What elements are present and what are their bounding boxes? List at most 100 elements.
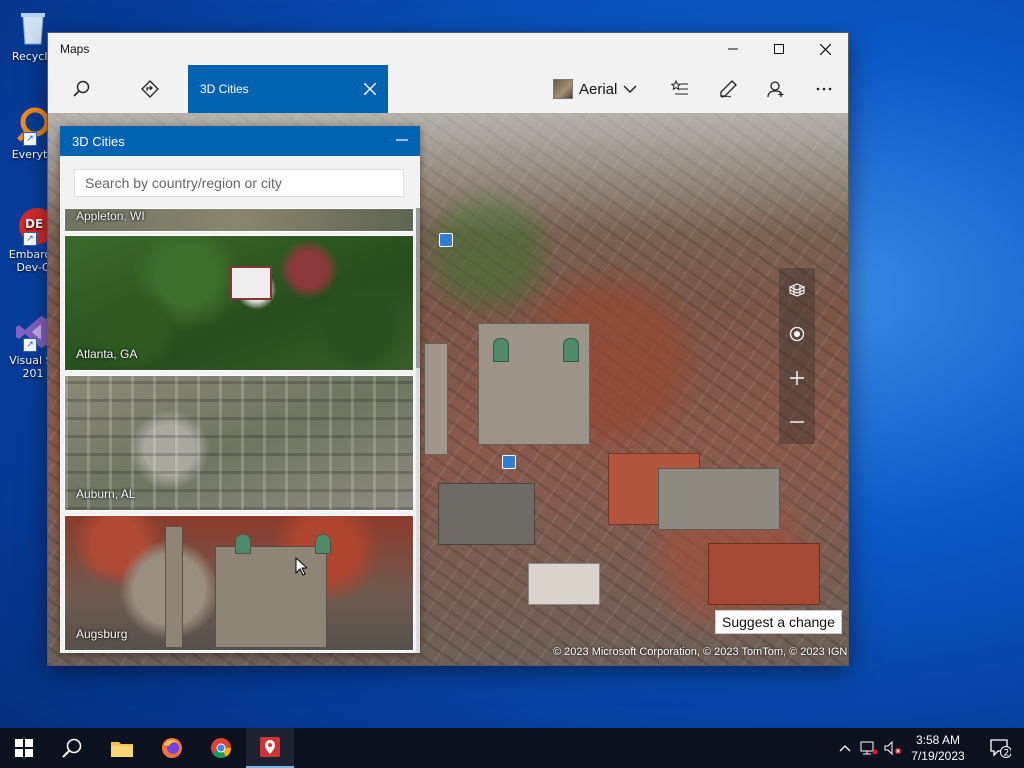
building-dome <box>235 534 251 554</box>
city-label: Atlanta, GA <box>76 347 138 361</box>
panel-minimize-button[interactable] <box>392 130 412 150</box>
title-bar[interactable]: Maps <box>48 33 848 65</box>
city-label: Augsburg <box>76 627 128 641</box>
shortcut-arrow-icon: ↗ <box>23 232 37 246</box>
mouse-cursor-icon <box>295 557 307 576</box>
building-dome <box>315 534 331 554</box>
plus-icon <box>790 371 804 385</box>
search-icon <box>62 738 82 758</box>
close-icon <box>819 43 831 55</box>
map-controls <box>779 268 815 444</box>
recycle-bin-icon <box>13 8 53 48</box>
map-copyright: © 2023 Microsoft Corporation, © 2023 Tom… <box>553 646 848 658</box>
close-icon <box>364 83 376 95</box>
clock-date: 7/19/2023 <box>911 749 965 763</box>
notification-icon: 2 <box>990 739 1011 759</box>
locate-me-button[interactable] <box>779 312 815 356</box>
favorites-list-icon <box>671 80 688 95</box>
ink-button[interactable] <box>704 65 752 113</box>
aerial-thumbnail-icon <box>553 79 573 99</box>
maps-pin-icon <box>260 737 280 757</box>
tab-3d-cities[interactable]: 3D Cities <box>188 65 388 113</box>
notification-count: 2 <box>1004 749 1010 759</box>
chevron-up-icon[interactable] <box>838 741 852 755</box>
start-button[interactable] <box>0 728 48 768</box>
city-list: Appleton, WI Atlanta, GA Auburn, AL Augs… <box>60 208 420 653</box>
building <box>708 543 820 605</box>
grid-layers-icon <box>789 283 805 297</box>
windows-logo-icon <box>15 739 33 757</box>
shortcut-arrow-icon: ↗ <box>23 338 37 352</box>
search-icon <box>73 80 90 97</box>
tab-label: 3D Cities <box>200 82 249 96</box>
taskbar: 3:58 AM 7/19/2023 2 <box>0 728 1024 768</box>
poi-bus-marker[interactable] <box>502 455 516 469</box>
folder-icon <box>111 742 133 757</box>
poi-marker[interactable] <box>439 233 453 247</box>
chrome-icon <box>211 738 232 759</box>
taskbar-search-button[interactable] <box>48 728 96 768</box>
more-options-button[interactable] <box>800 65 848 113</box>
minus-icon <box>790 421 804 423</box>
ellipsis-icon <box>816 87 832 91</box>
taskbar-firefox[interactable] <box>148 728 196 768</box>
pen-icon <box>720 80 737 98</box>
map-style-label: Aerial <box>579 80 618 98</box>
scrollbar-thumb[interactable] <box>416 208 420 368</box>
building <box>658 468 780 530</box>
city-item-appleton[interactable]: Appleton, WI <box>64 208 414 232</box>
favorites-button[interactable] <box>656 65 704 113</box>
toolbar: 3D Cities Aerial <box>48 65 848 113</box>
maps-window: Maps 3D Cities Aerial Suggest a change ©… <box>48 33 848 665</box>
building-dome <box>563 338 579 362</box>
shortcut-arrow-icon: ↗ <box>23 132 37 146</box>
city-search-input[interactable] <box>74 169 404 197</box>
taskbar-chrome[interactable] <box>197 728 245 768</box>
city-item-augsburg[interactable]: Augsburg <box>64 515 414 651</box>
map-style-dropdown[interactable]: Aerial <box>553 65 637 113</box>
firefox-icon <box>162 738 182 758</box>
directions-icon <box>141 80 159 98</box>
minimize-button[interactable] <box>710 33 756 65</box>
tower <box>424 343 448 455</box>
share-person-button[interactable] <box>752 65 800 113</box>
building <box>215 546 327 648</box>
panel-header: 3D Cities <box>60 126 420 156</box>
svg-text:DE: DE <box>25 217 43 231</box>
city-item-auburn[interactable]: Auburn, AL <box>64 375 414 511</box>
city-label: Auburn, AL <box>76 487 136 501</box>
action-center-button[interactable]: 2 <box>976 728 1024 768</box>
maximize-icon <box>774 44 784 54</box>
maximize-button[interactable] <box>756 33 802 65</box>
window-title: Maps <box>60 42 90 56</box>
zoom-in-button[interactable] <box>779 356 815 400</box>
city-list-scrollbar[interactable] <box>416 208 420 653</box>
directions-button[interactable] <box>126 65 174 113</box>
city-label: Appleton, WI <box>76 209 145 223</box>
minimize-icon <box>396 139 408 141</box>
person-add-icon <box>767 81 784 98</box>
tower <box>165 526 183 648</box>
network-icon[interactable] <box>860 741 878 755</box>
panel-title: 3D Cities <box>72 134 125 149</box>
close-button[interactable] <box>802 33 848 65</box>
taskbar-maps[interactable] <box>246 728 294 768</box>
devcpp-icon: DE ↗ <box>13 206 55 246</box>
search-button[interactable] <box>58 65 106 113</box>
building-dome <box>493 338 509 362</box>
plaza <box>438 483 535 545</box>
clock-time: 3:58 AM <box>915 733 961 747</box>
minimize-icon <box>728 48 738 50</box>
zoom-out-button[interactable] <box>779 400 815 444</box>
visual-studio-icon: ↗ <box>13 312 53 352</box>
map-layers-button[interactable] <box>779 268 815 312</box>
suggest-change-button[interactable]: Suggest a change <box>715 610 842 634</box>
search-magnifier-icon: ↗ <box>13 106 53 146</box>
taskbar-file-explorer[interactable] <box>98 728 146 768</box>
building <box>528 563 600 605</box>
city-item-atlanta[interactable]: Atlanta, GA <box>64 235 414 371</box>
taskbar-clock[interactable]: 3:58 AM 7/19/2023 <box>900 732 976 764</box>
building <box>230 266 272 300</box>
tab-close-button[interactable] <box>358 77 382 101</box>
chevron-down-icon <box>623 85 637 93</box>
